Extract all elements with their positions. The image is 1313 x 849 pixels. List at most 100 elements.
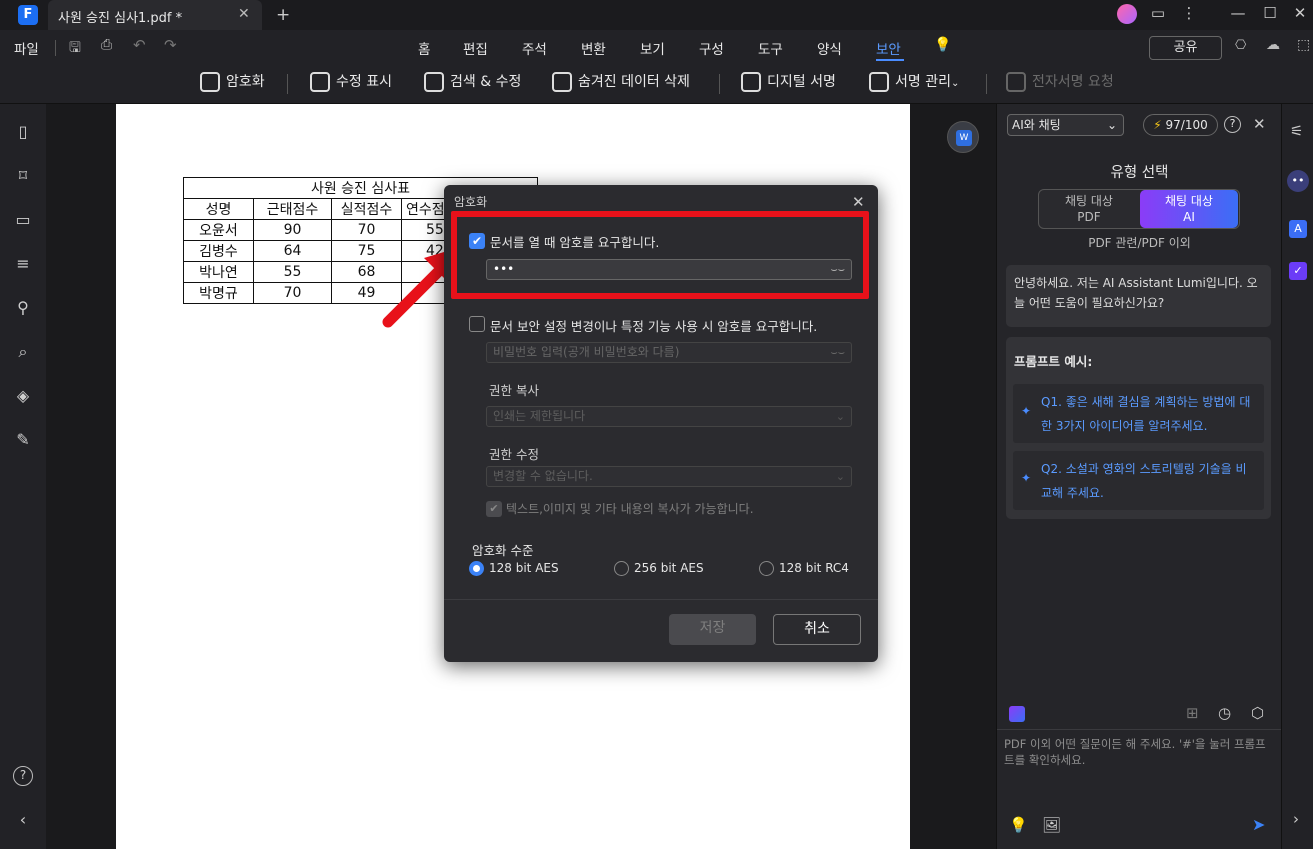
- ai-mode-value: AI와 채팅: [1012, 118, 1061, 132]
- menu-tools[interactable]: 도구: [758, 38, 783, 58]
- menu-comment[interactable]: 주석: [522, 38, 547, 58]
- image-upload-icon[interactable]: 🖼: [1042, 816, 1061, 834]
- document-tab[interactable]: 사원 승진 심사1.pdf * ✕: [48, 0, 262, 30]
- collapse-sidebar-icon[interactable]: ‹: [13, 810, 33, 830]
- comment-icon[interactable]: ▭: [13, 210, 33, 230]
- share-button[interactable]: 공유: [1149, 36, 1222, 60]
- radio-256-aes[interactable]: [614, 561, 629, 576]
- chat-input[interactable]: PDF 이외 어떤 질문이든 해 주세요. '#'을 눌러 프롬프트를 확인하세…: [1004, 736, 1276, 768]
- prompt-library-icon[interactable]: [1009, 706, 1025, 722]
- new-tab-button[interactable]: +: [276, 5, 290, 25]
- table-header: 실적점수: [331, 198, 402, 220]
- history-icon[interactable]: ◷: [1218, 704, 1231, 722]
- collapse-right-icon[interactable]: ›: [1293, 810, 1299, 828]
- prompt-example-1-text: Q1. 좋은 새해 결심을 계획하는 방법에 대한 3가지 아이디어를 알려주세…: [1041, 395, 1251, 433]
- toolbar-divider: [287, 74, 288, 94]
- expand-icon[interactable]: ⬚: [1297, 37, 1310, 53]
- signature-panel-icon[interactable]: ✎: [13, 430, 33, 450]
- edit-permission-label: 권한 수정: [489, 447, 539, 462]
- settings-icon[interactable]: ⬡: [1251, 704, 1264, 722]
- close-tab-icon[interactable]: ✕: [238, 6, 250, 22]
- print-permission-label: 권한 복사: [489, 383, 539, 398]
- minimize-icon[interactable]: —: [1227, 4, 1249, 22]
- remove-hidden-data-tool[interactable]: 숨겨진 데이터 삭제: [552, 72, 690, 96]
- search-redact-icon: [424, 72, 444, 92]
- user-avatar[interactable]: [1117, 4, 1137, 24]
- request-esign-tool[interactable]: 전자서명 요청: [1006, 72, 1114, 96]
- cancel-button[interactable]: 취소: [773, 614, 861, 645]
- radio-128-aes[interactable]: [469, 561, 484, 576]
- left-sidebar: ▯ ⌑ ▭ ≡ ⚲ ⌕ ◈ ✎ ? ‹: [0, 104, 46, 849]
- page-thumbnail-icon[interactable]: ▯: [13, 122, 33, 142]
- layers-icon[interactable]: ◈: [13, 386, 33, 406]
- chevron-down-icon: ⌄: [950, 78, 960, 89]
- help-icon[interactable]: ?: [1224, 116, 1241, 133]
- menu-home[interactable]: 홈: [418, 38, 430, 58]
- manage-sign-tool[interactable]: 서명 관리⌄: [869, 72, 959, 96]
- credits-badge[interactable]: ⚡ 97/100: [1143, 114, 1218, 136]
- undo-icon[interactable]: ↶: [133, 36, 146, 54]
- signature-icon: [741, 72, 761, 92]
- chevron-down-icon: ⌄: [835, 410, 845, 423]
- translate-icon[interactable]: A: [1289, 220, 1307, 238]
- help-icon[interactable]: ?: [13, 766, 33, 786]
- chevron-down-icon: ⌄: [1106, 118, 1117, 132]
- outline-icon[interactable]: ≡: [13, 254, 33, 274]
- protect-toolbar: 암호화 수정 표시 검색 & 수정 숨겨진 데이터 삭제 디지털 서명 서명 관…: [0, 64, 1313, 104]
- proofread-icon[interactable]: ✓: [1289, 262, 1307, 280]
- ai-assistant-float-button[interactable]: W: [947, 121, 979, 153]
- chat-target-pdf-option[interactable]: 채팅 대상 PDF: [1040, 191, 1138, 227]
- lightbulb-icon[interactable]: 💡: [934, 37, 951, 53]
- menu-form[interactable]: 양식: [817, 38, 842, 58]
- save-icon[interactable]: 🖫: [69, 37, 81, 61]
- cloud-upload-icon[interactable]: ☁: [1266, 37, 1280, 53]
- prompt-example-2[interactable]: ✦ Q2. 소설과 영화의 스토리텔링 기술을 비교해 주세요.: [1013, 451, 1264, 510]
- network-icon[interactable]: ⎔: [1235, 38, 1246, 53]
- table-cell: 70: [331, 219, 402, 241]
- print-permission-value: 인쇄는 제한됩니다: [493, 409, 586, 423]
- search-redact-tool[interactable]: 검색 & 수정: [424, 72, 521, 96]
- permission-password-checkbox[interactable]: [469, 316, 485, 332]
- app-logo-icon[interactable]: F: [18, 5, 38, 25]
- encrypt-tool[interactable]: 암호화: [200, 72, 265, 96]
- panel-close-icon[interactable]: ✕: [1253, 115, 1266, 133]
- print-icon[interactable]: ⎙: [101, 37, 112, 53]
- maximize-icon[interactable]: ☐: [1259, 4, 1281, 22]
- menu-organize[interactable]: 구성: [699, 38, 724, 58]
- bookmark-icon[interactable]: ⌑: [13, 166, 33, 186]
- ai-assistant-icon[interactable]: ••: [1287, 170, 1309, 192]
- eye-hidden-icon[interactable]: ⌣⌣: [831, 343, 845, 362]
- window-close-icon[interactable]: ✕: [1289, 4, 1311, 22]
- chat-target-pdf-line1: 채팅 대상: [1065, 194, 1113, 208]
- save-button[interactable]: 저장: [669, 614, 756, 645]
- menu-convert[interactable]: 변환: [581, 38, 606, 58]
- more-options-icon[interactable]: ⋮: [1178, 4, 1200, 22]
- lightbulb-icon[interactable]: 💡: [1009, 816, 1028, 834]
- digital-sign-tool[interactable]: 디지털 서명: [741, 72, 836, 96]
- attachment-icon[interactable]: ⚲: [13, 298, 33, 318]
- radio-128-rc4[interactable]: [759, 561, 774, 576]
- prompt-example-1[interactable]: ✦ Q1. 좋은 새해 결심을 계획하는 방법에 대한 3가지 아이디어를 알려…: [1013, 384, 1264, 443]
- redo-icon[interactable]: ↷: [164, 36, 177, 54]
- menu-protect[interactable]: 보안: [876, 38, 901, 58]
- menu-file[interactable]: 파일: [14, 38, 39, 58]
- new-chat-icon[interactable]: ⊞: [1186, 704, 1199, 722]
- redact-mark-tool[interactable]: 수정 표시: [310, 72, 392, 96]
- ai-mode-select[interactable]: AI와 채팅 ⌄: [1007, 114, 1124, 136]
- prompt-examples-card: 프롬프트 예시: ✦ Q1. 좋은 새해 결심을 계획하는 방법에 대한 3가지…: [1006, 337, 1271, 519]
- edit-permission-select[interactable]: 변경할 수 없습니다. ⌄: [486, 466, 852, 487]
- search-icon[interactable]: ⌕: [13, 342, 33, 362]
- chat-target-ai-option[interactable]: 채팅 대상 AI: [1140, 190, 1238, 228]
- table-cell: 70: [253, 282, 332, 304]
- send-icon[interactable]: ➤: [1252, 815, 1265, 834]
- allow-copy-checkbox[interactable]: ✔: [486, 501, 502, 517]
- dialog-close-icon[interactable]: ✕: [852, 193, 865, 211]
- permission-password-field[interactable]: 비밀번호 입력(공개 비밀번호와 다름) ⌣⌣: [486, 342, 852, 363]
- menu-view[interactable]: 보기: [640, 38, 665, 58]
- properties-icon[interactable]: ⚟: [1290, 122, 1303, 140]
- request-esign-label: 전자서명 요청: [1032, 74, 1114, 90]
- print-permission-select[interactable]: 인쇄는 제한됩니다 ⌄: [486, 406, 852, 427]
- feedback-icon[interactable]: ▭: [1147, 4, 1169, 22]
- permission-password-label: 문서 보안 설정 변경이나 특정 기능 사용 시 암호를 요구합니다.: [490, 319, 818, 334]
- menu-edit[interactable]: 편집: [463, 38, 488, 58]
